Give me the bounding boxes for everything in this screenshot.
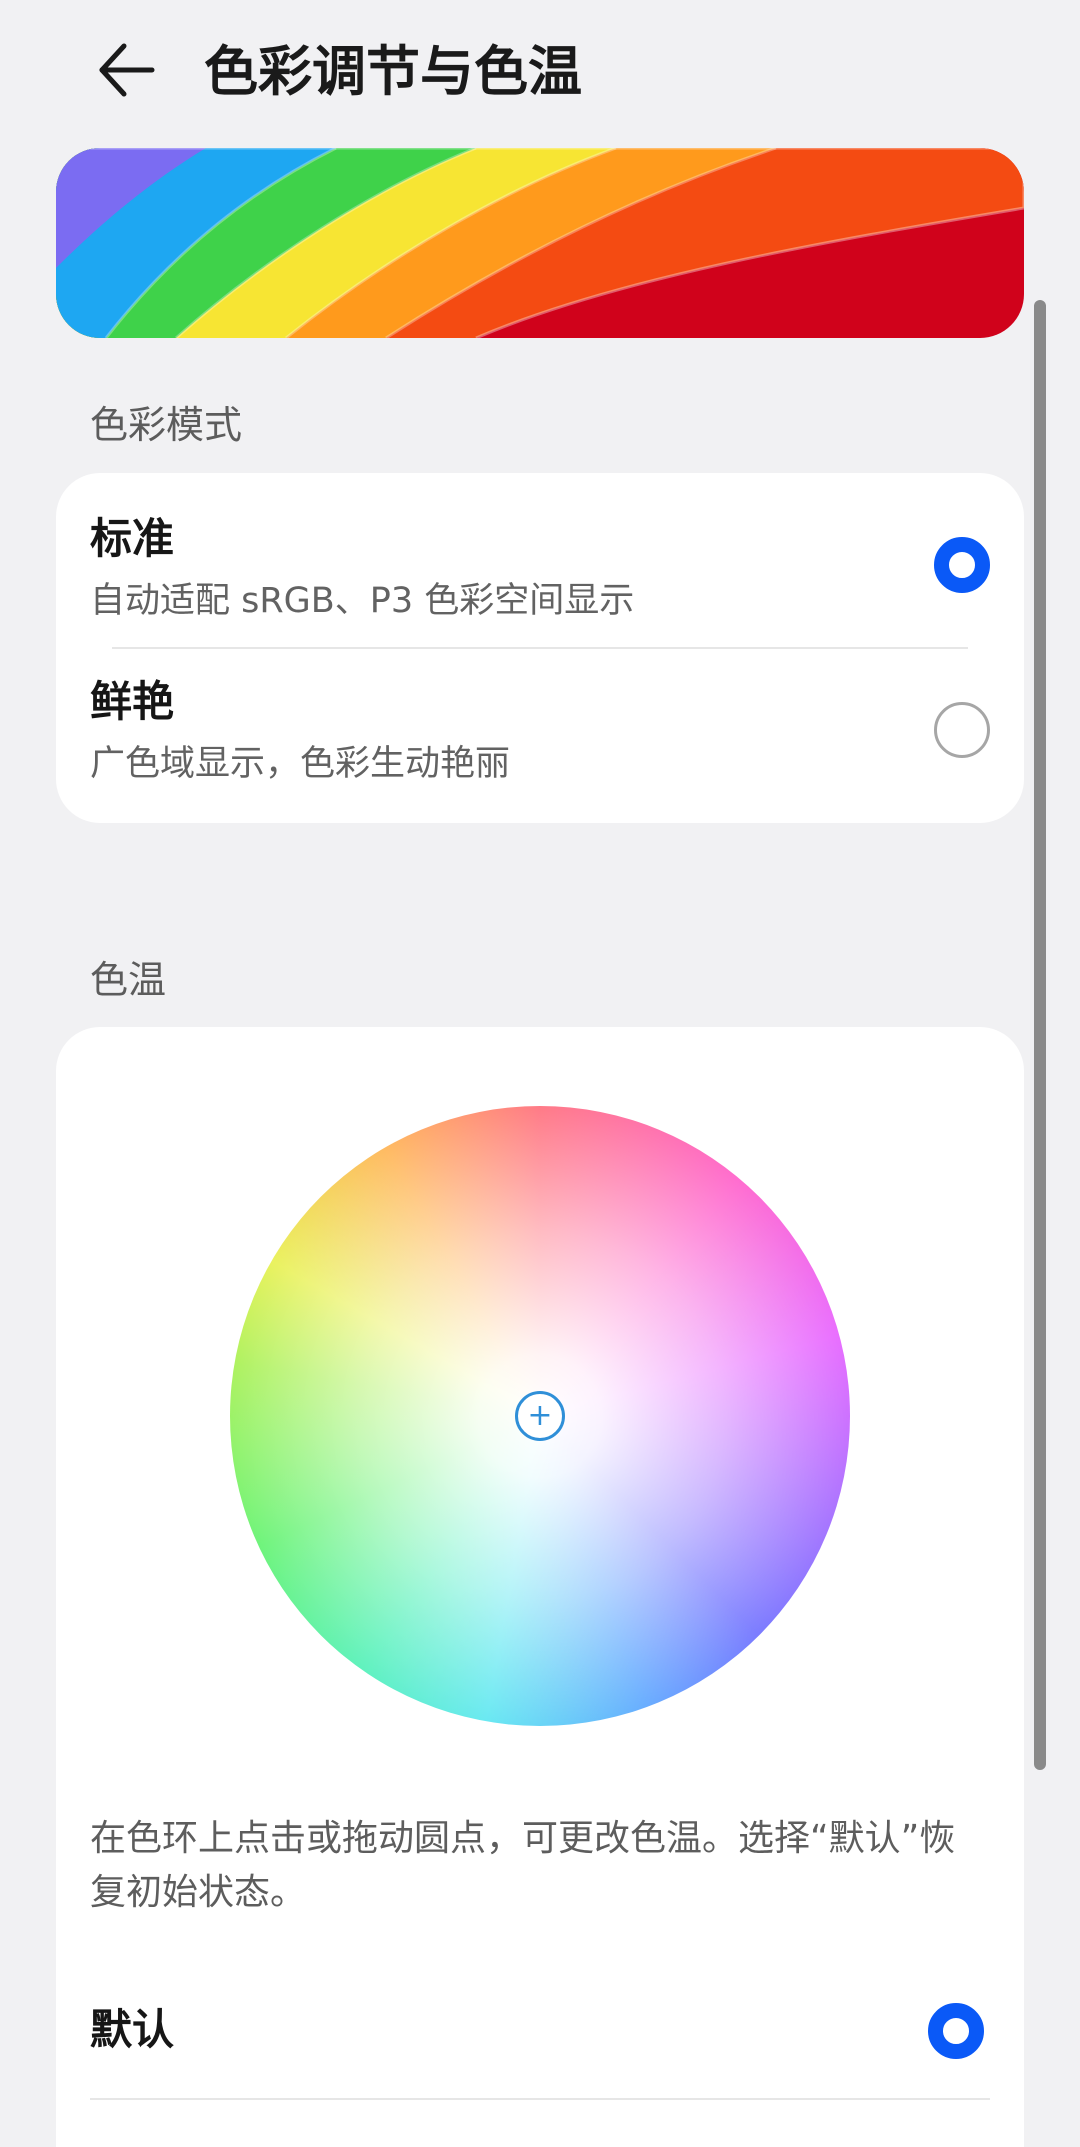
option-vivid-subtitle: 广色域显示，色彩生动艳丽 <box>90 744 511 784</box>
radio-standard[interactable] <box>934 537 990 593</box>
divider <box>90 2098 990 2100</box>
color-temp-hint: 在色环上点击或拖动圆点，可更改色温。选择“默认”恢复初始状态。 <box>90 1818 956 1913</box>
option-default-title: 默认 <box>90 2005 175 2054</box>
back-button[interactable] <box>78 28 174 112</box>
option-standard[interactable]: 标准 自动适配 sRGB、P3 色彩空间显示 <box>56 473 1024 648</box>
radio-vivid[interactable] <box>934 702 990 758</box>
option-default[interactable] <box>56 1960 1024 2100</box>
option-standard-title: 标准 <box>90 514 175 563</box>
scrollbar[interactable] <box>1034 300 1046 1770</box>
option-vivid-title: 鲜艳 <box>90 677 175 726</box>
page-title: 色彩调节与色温 <box>204 40 582 103</box>
section-label-color-temp: 色温 <box>90 958 167 1002</box>
color-banner-image <box>56 148 1024 338</box>
option-standard-subtitle: 自动适配 sRGB、P3 色彩空间显示 <box>90 581 635 621</box>
wheel-handle[interactable]: + <box>515 1391 565 1441</box>
option-vivid[interactable]: 鲜艳 广色域显示，色彩生动艳丽 <box>56 648 1024 823</box>
plus-icon: + <box>527 1398 553 1433</box>
section-label-color-mode: 色彩模式 <box>90 403 243 447</box>
arrow-left-icon <box>99 43 155 97</box>
radio-default[interactable] <box>928 2003 984 2059</box>
